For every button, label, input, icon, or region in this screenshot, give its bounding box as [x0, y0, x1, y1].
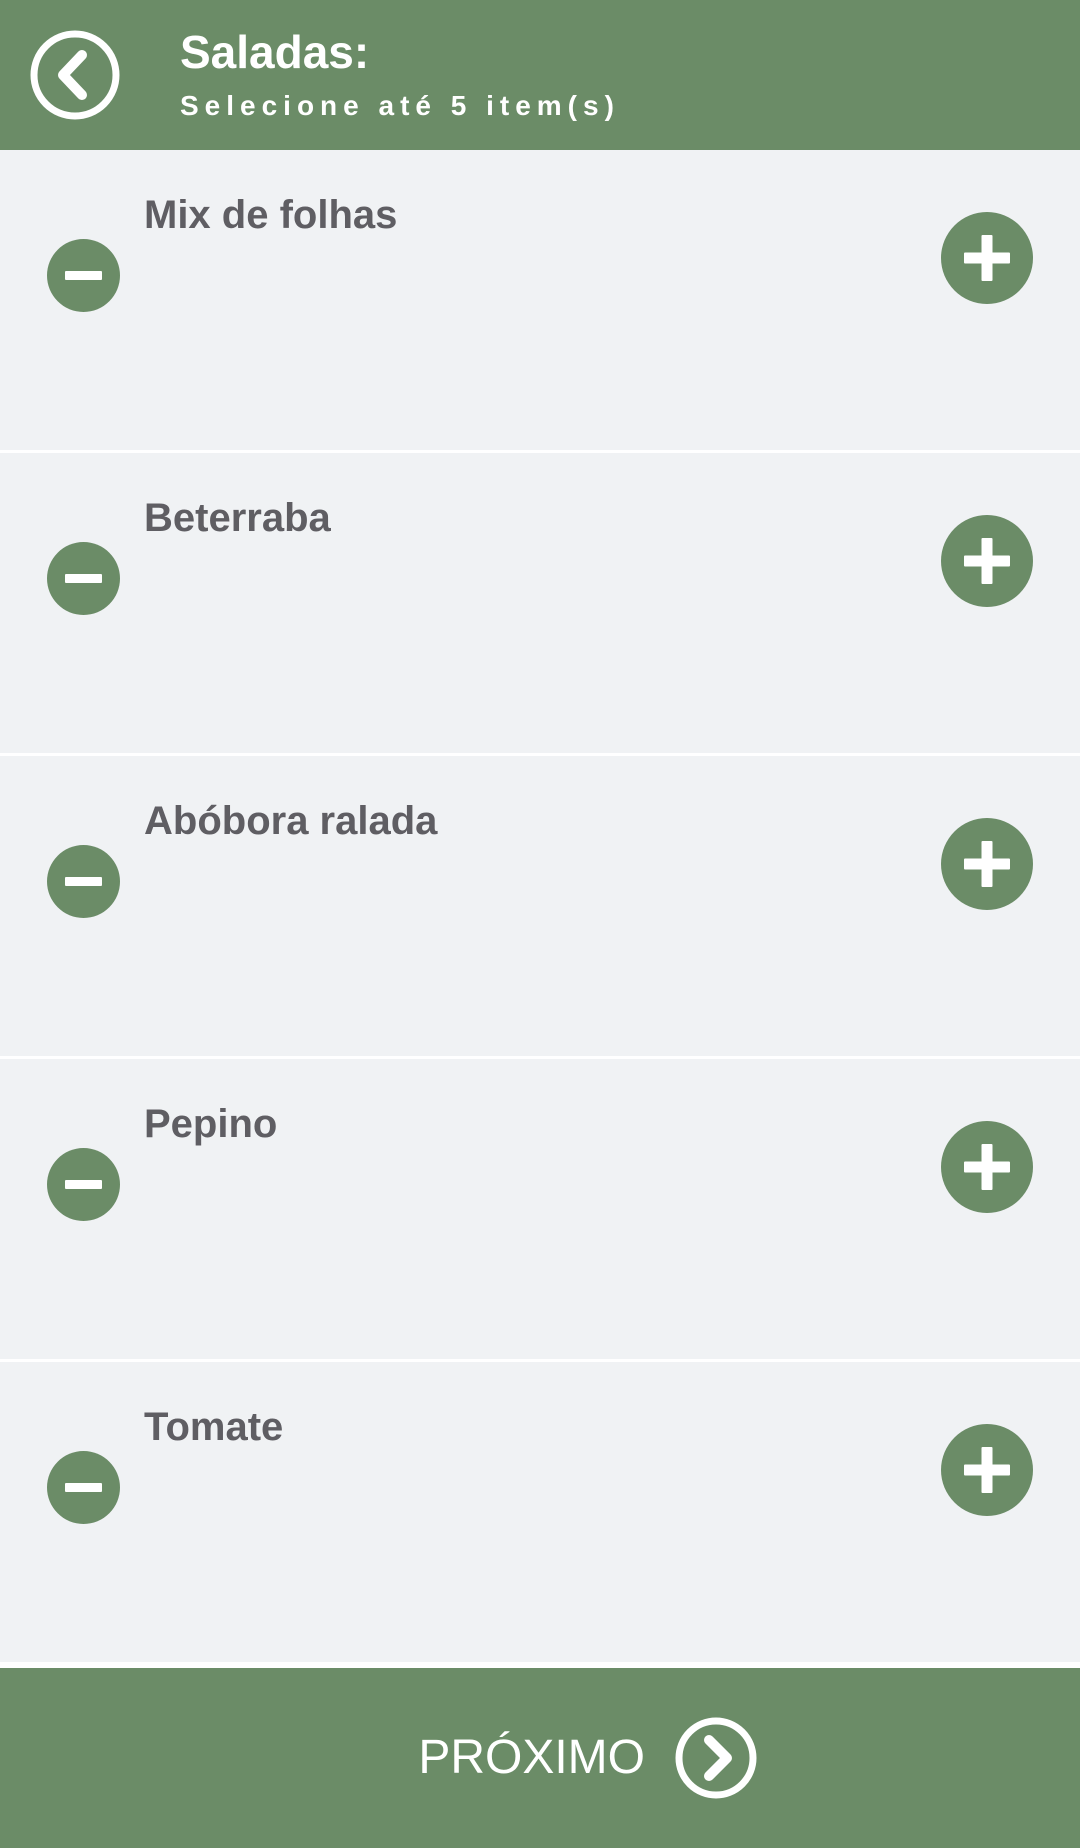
- minus-circle-icon: [47, 845, 120, 918]
- list-item: Mix de folhas: [0, 150, 1080, 453]
- list-item: Tomate: [0, 1362, 1080, 1665]
- salad-item-list: Mix de folhas Beterraba Abóbora ralada P…: [0, 150, 1080, 1665]
- increase-button[interactable]: [941, 212, 1033, 304]
- minus-circle-icon: [47, 1148, 120, 1221]
- list-item: Beterraba: [0, 453, 1080, 756]
- plus-circle-icon: [941, 818, 1033, 910]
- decrease-button[interactable]: [47, 845, 120, 918]
- minus-circle-icon: [47, 542, 120, 615]
- chevron-right-circle-icon: [674, 1716, 758, 1800]
- item-name: Mix de folhas: [144, 193, 398, 237]
- plus-circle-icon: [941, 1121, 1033, 1213]
- minus-circle-icon: [47, 1451, 120, 1524]
- list-item: Pepino: [0, 1059, 1080, 1362]
- increase-button[interactable]: [941, 818, 1033, 910]
- list-item: Abóbora ralada: [0, 756, 1080, 1059]
- decrease-button[interactable]: [47, 542, 120, 615]
- page-title: Saladas:: [180, 26, 370, 78]
- item-name: Abóbora ralada: [144, 799, 438, 843]
- page-subtitle: Selecione até 5 item(s): [180, 90, 620, 121]
- header-bar: Saladas: Selecione até 5 item(s): [0, 0, 1080, 150]
- item-name: Beterraba: [144, 496, 331, 540]
- minus-circle-icon: [47, 239, 120, 312]
- plus-circle-icon: [941, 212, 1033, 304]
- increase-button[interactable]: [941, 515, 1033, 607]
- decrease-button[interactable]: [47, 239, 120, 312]
- plus-circle-icon: [941, 515, 1033, 607]
- item-name: Tomate: [144, 1405, 284, 1449]
- decrease-button[interactable]: [47, 1451, 120, 1524]
- increase-button[interactable]: [941, 1121, 1033, 1213]
- increase-button[interactable]: [941, 1424, 1033, 1516]
- salad-selection-screen: Saladas: Selecione até 5 item(s) Mix de …: [0, 0, 1080, 1848]
- back-button[interactable]: [29, 29, 121, 121]
- chevron-left-circle-icon: [30, 30, 120, 120]
- next-button[interactable]: PRÓXIMO: [0, 1668, 1080, 1848]
- decrease-button[interactable]: [47, 1148, 120, 1221]
- item-name: Pepino: [144, 1102, 278, 1146]
- next-button-label: PRÓXIMO: [418, 1731, 645, 1784]
- plus-circle-icon: [941, 1424, 1033, 1516]
